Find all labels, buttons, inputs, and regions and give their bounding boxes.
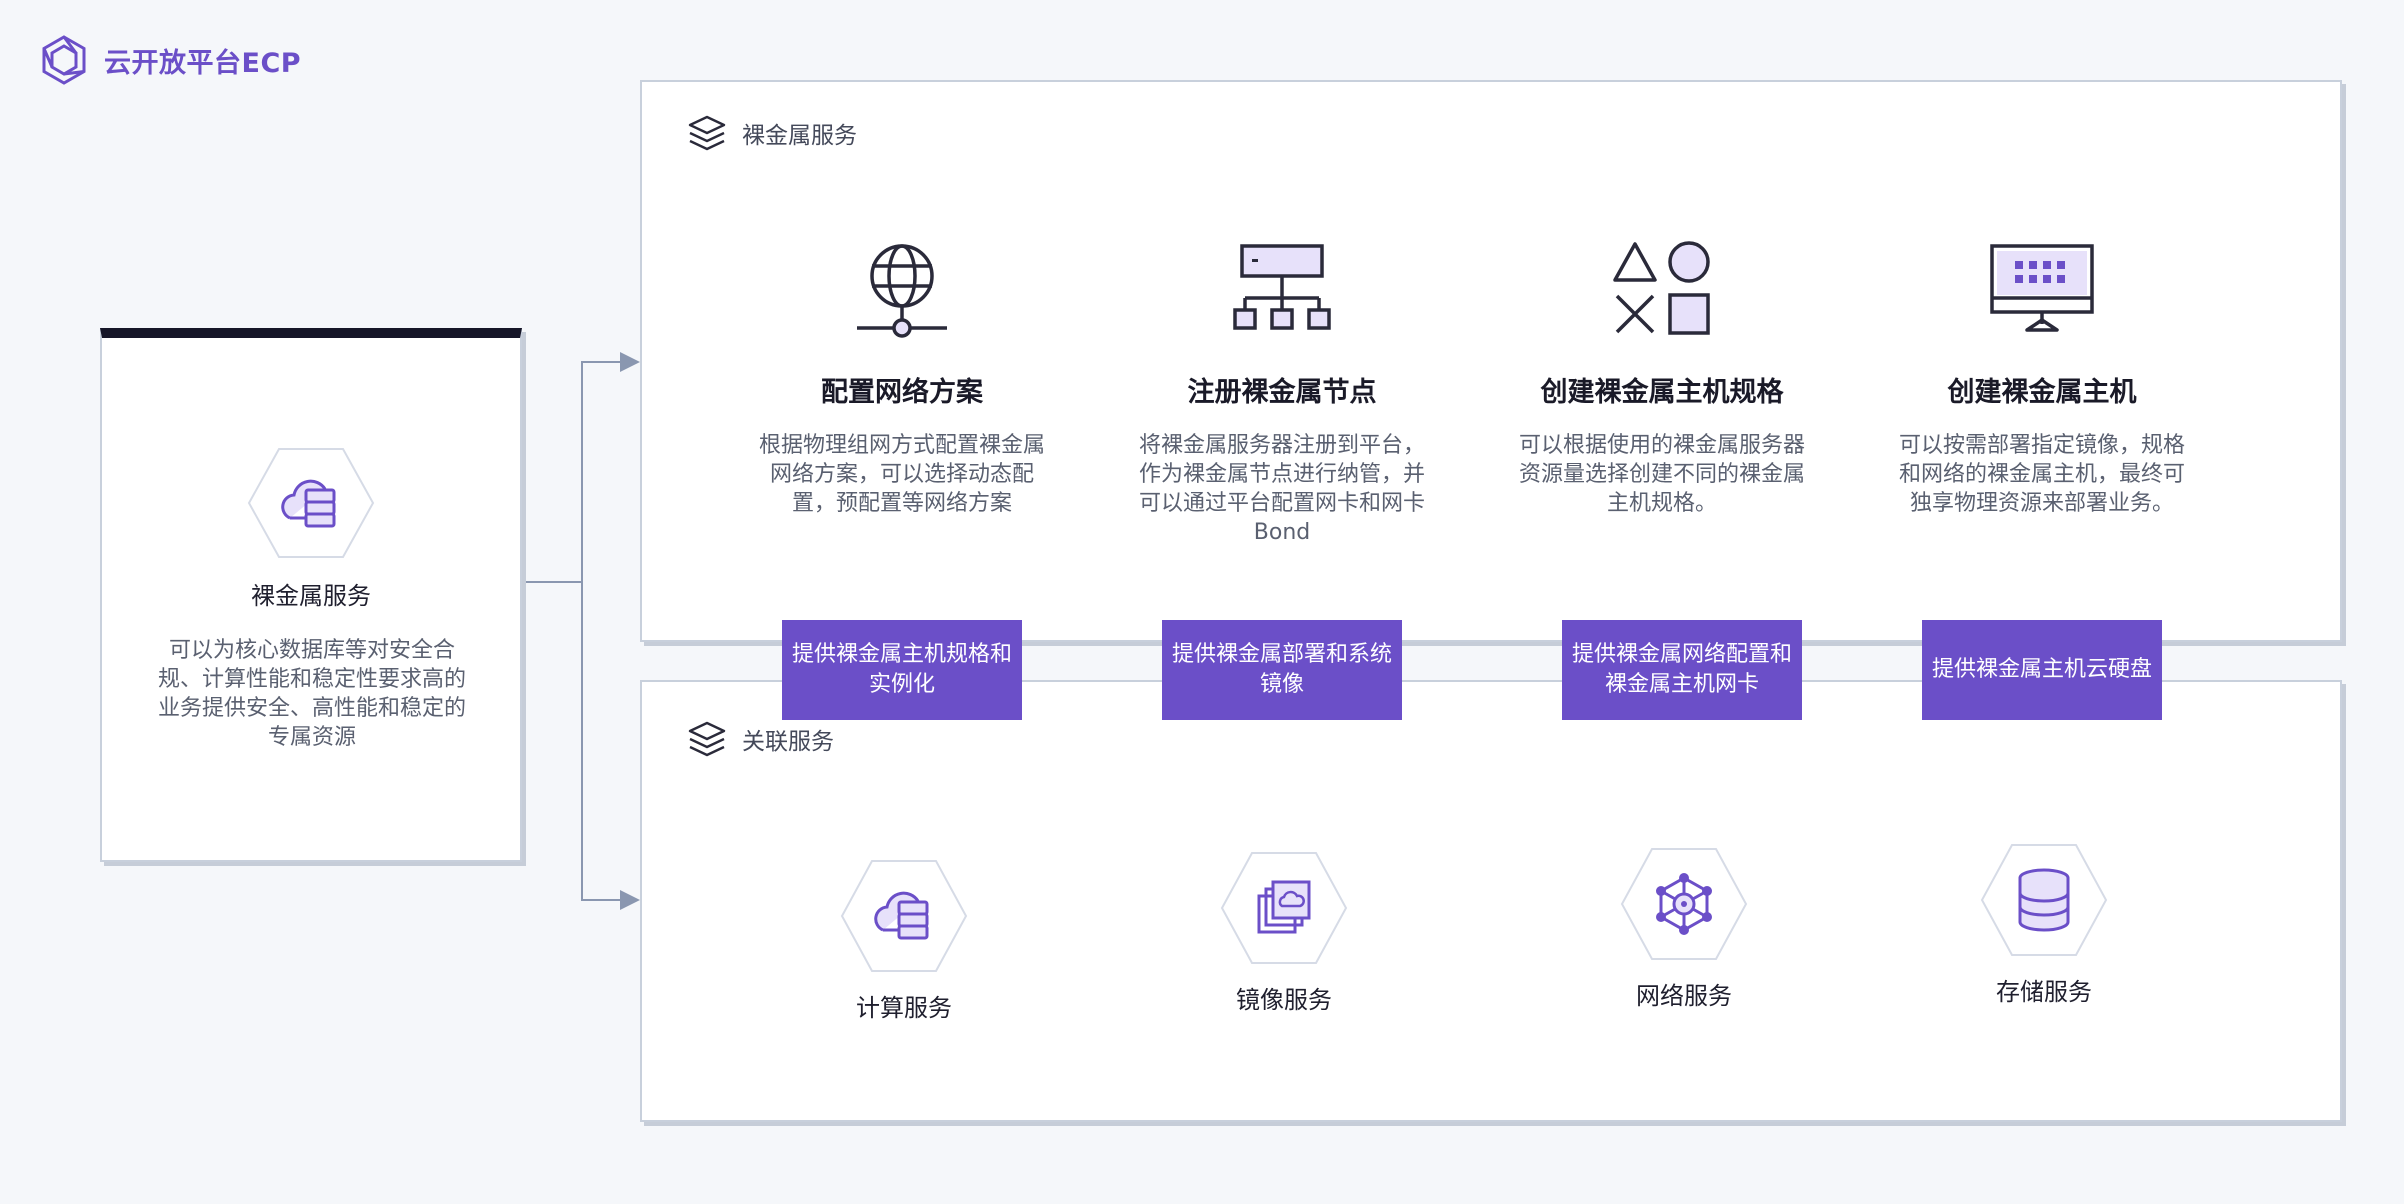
hierarchy-icon xyxy=(1233,244,1331,330)
layers-icon xyxy=(688,721,726,757)
feature-create-host: 创建裸金属主机 可以按需部署指定镜像，规格和网络的裸金属主机，最终可独享物理资源… xyxy=(1882,234,2202,518)
connector-box: 提供裸金属主机云硬盘 xyxy=(1922,620,2162,720)
layers-icon xyxy=(688,115,726,151)
cloud-server-icon xyxy=(247,448,375,558)
service-label: 计算服务 xyxy=(856,994,952,1022)
service-image[interactable]: 镜像服务 xyxy=(1174,850,1394,1015)
service-label: 存储服务 xyxy=(1996,978,2092,1006)
connector-box: 提供裸金属主机规格和实例化 xyxy=(782,620,1022,720)
connector-box: 提供裸金属部署和系统镜像 xyxy=(1162,620,1402,720)
feature-register-node: 注册裸金属节点 将裸金属服务器注册到平台，作为裸金属节点进行纳管，并可以通过平台… xyxy=(1122,234,1442,547)
database-icon xyxy=(1980,844,2108,956)
feature-title: 创建裸金属主机规格 xyxy=(1540,377,1784,408)
panel-header: 裸金属服务 xyxy=(686,112,857,154)
service-label: 镜像服务 xyxy=(1236,986,1332,1014)
feature-description: 可以根据使用的裸金属服务器资源量选择创建不同的裸金属主机规格。 xyxy=(1518,433,1805,516)
hexagon-logo-icon xyxy=(42,35,86,85)
panel-title: 关联服务 xyxy=(742,729,834,755)
feature-title: 注册裸金属节点 xyxy=(1187,377,1377,408)
logo-text: 云开放平台ECP xyxy=(104,47,302,79)
panel-title: 裸金属服务 xyxy=(742,123,857,149)
service-storage[interactable]: 存储服务 xyxy=(1934,842,2154,1007)
bare-metal-panel: 裸金属服务 配置网络方案 根据物理组网方式配置裸金属网络方案，可以选择动态配置，… xyxy=(640,80,2342,642)
bare-metal-service-card: 裸金属服务 可以为核心数据库等对安全合规、计算性能和稳定性要求高的业务提供安全、… xyxy=(100,328,522,862)
feature-description: 可以按需部署指定镜像，规格和网络的裸金属主机，最终可独享物理资源来部署业务。 xyxy=(1898,433,2185,516)
feature-title: 创建裸金属主机 xyxy=(1947,377,2137,408)
feature-description: 将裸金属服务器注册到平台，作为裸金属节点进行纳管，并可以通过平台配置网卡和网卡B… xyxy=(1138,433,1425,545)
feature-title: 配置网络方案 xyxy=(821,377,983,408)
feature-host-spec: 创建裸金属主机规格 可以根据使用的裸金属服务器资源量选择创建不同的裸金属主机规格… xyxy=(1502,234,1822,518)
monitor-icon xyxy=(1990,244,2094,332)
globe-network-icon xyxy=(857,244,947,338)
related-services-panel: 关联服务 计算服务 镜像服务 网络服务 存储服务 xyxy=(640,680,2342,1122)
network-gear-icon xyxy=(1620,848,1748,960)
app-logo[interactable]: 云开放平台ECP xyxy=(38,34,301,86)
shapes-icon xyxy=(1613,241,1710,335)
card-title: 裸金属服务 xyxy=(251,582,371,610)
service-network[interactable]: 网络服务 xyxy=(1574,846,1794,1011)
card-description: 可以为核心数据库等对安全合规、计算性能和稳定性要求高的业务提供安全、高性能和稳定… xyxy=(158,638,467,750)
feature-description: 根据物理组网方式配置裸金属网络方案，可以选择动态配置，预配置等网络方案 xyxy=(758,433,1045,516)
service-label: 网络服务 xyxy=(1636,982,1732,1010)
image-stack-icon xyxy=(1220,852,1348,964)
feature-network-config: 配置网络方案 根据物理组网方式配置裸金属网络方案，可以选择动态配置，预配置等网络… xyxy=(742,234,1062,518)
service-compute[interactable]: 计算服务 xyxy=(794,858,1014,1023)
connector-box: 提供裸金属网络配置和裸金属主机网卡 xyxy=(1562,620,1802,720)
panel-header: 关联服务 xyxy=(686,718,834,760)
cloud-server-icon xyxy=(840,860,968,972)
